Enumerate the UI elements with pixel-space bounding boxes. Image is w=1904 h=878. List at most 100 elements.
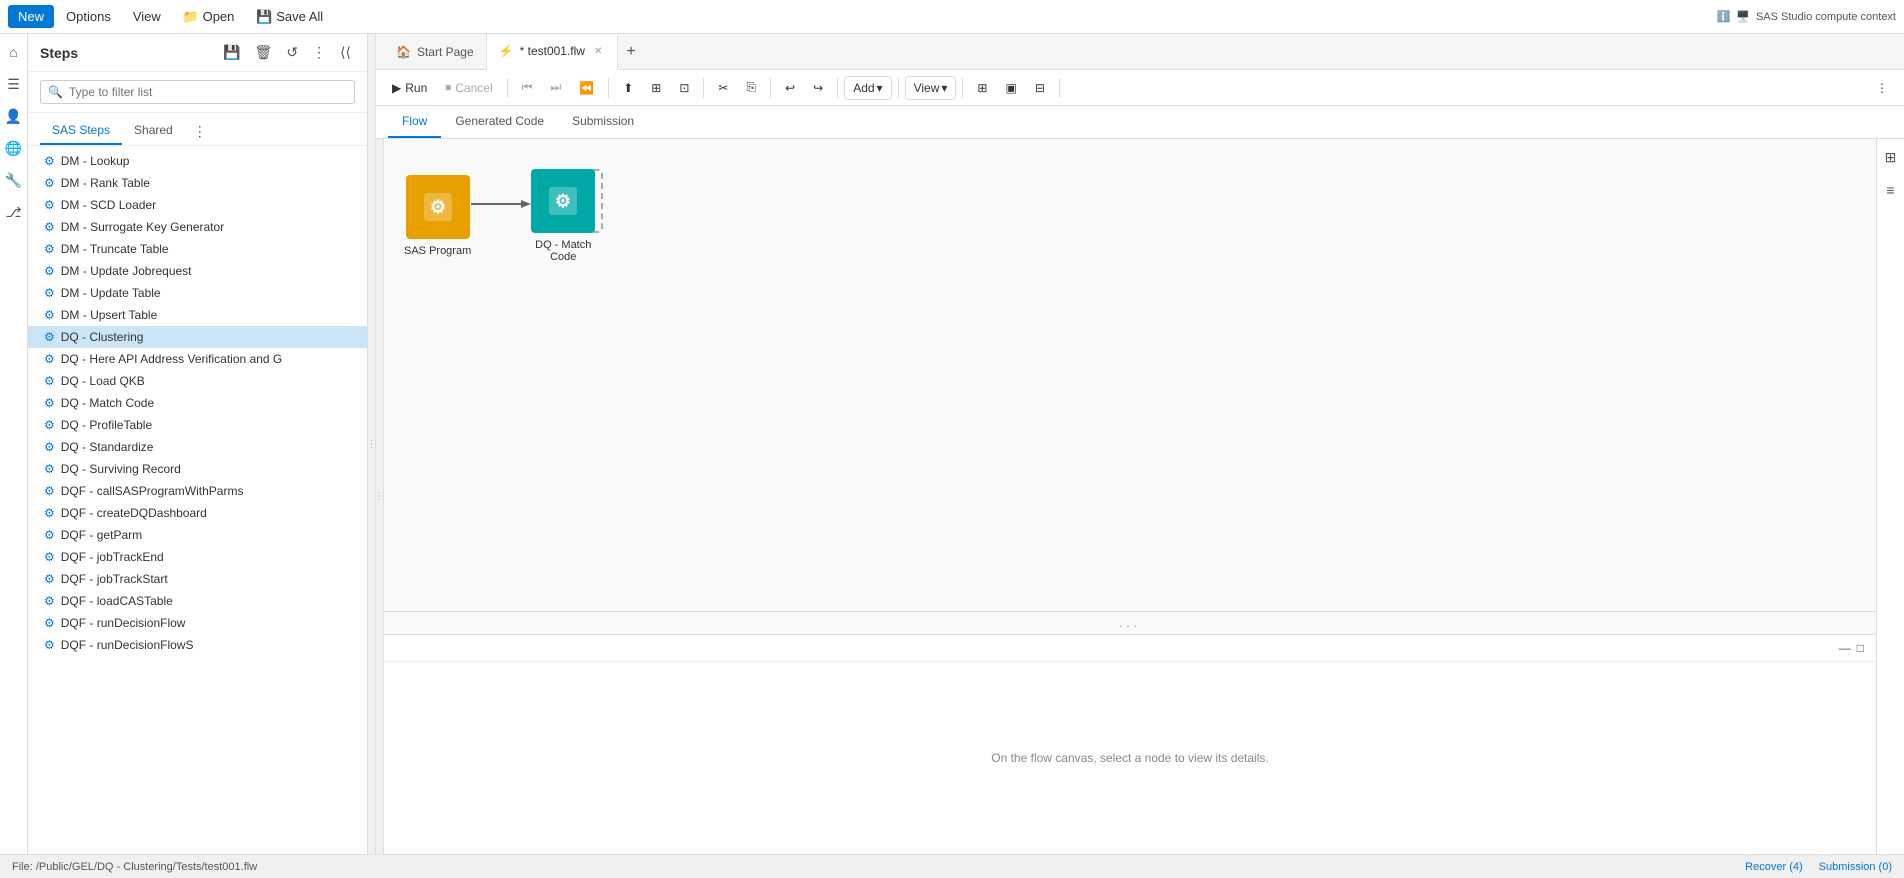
sas-program-box[interactable]: ⚙	[406, 175, 470, 239]
dq-match-node[interactable]: ⚙ DQ - MatchCode	[531, 169, 595, 263]
layout2-button[interactable]: ▣	[997, 77, 1024, 99]
more-button[interactable]: ⋮	[1868, 77, 1896, 99]
home-icon[interactable]: ⌂	[2, 40, 26, 64]
tab-add-button[interactable]: +	[618, 43, 643, 61]
toolbar-sep-3	[703, 78, 704, 98]
layers-icon[interactable]: ☰	[2, 72, 26, 96]
search-input[interactable]	[40, 80, 355, 104]
recover-button[interactable]: Recover (4)	[1745, 861, 1802, 873]
step-back-button[interactable]: ⏪	[571, 77, 602, 99]
status-bar-right: Recover (4) Submission (0)	[1745, 861, 1892, 873]
tab-start-page[interactable]: 🏠 Start Page	[384, 34, 487, 69]
info-minimize-icon[interactable]: —	[1839, 641, 1851, 655]
list-item[interactable]: ⚙ DQ - Load QKB	[28, 370, 367, 392]
toolbar-sep-4	[770, 78, 771, 98]
cut-button[interactable]: ✂	[710, 77, 736, 99]
upload-button[interactable]: ⬆	[615, 77, 641, 99]
grid-button[interactable]: ⊞	[643, 77, 669, 99]
list-item[interactable]: ⚙ DM - Surrogate Key Generator	[28, 216, 367, 238]
steps-delete-icon[interactable]: 🗑	[251, 42, 277, 63]
list-item[interactable]: ⚙ DM - Update Jobrequest	[28, 260, 367, 282]
dq-match-box[interactable]: ⚙	[531, 169, 595, 233]
run-button[interactable]: ▶ Run	[384, 77, 435, 99]
redo-button[interactable]: ↪	[805, 77, 831, 99]
list-item[interactable]: ⚙ DQF - jobTrackEnd	[28, 546, 367, 568]
canvas-main[interactable]: ⚙ SAS Program	[384, 139, 1876, 634]
inner-tab-flow[interactable]: Flow	[388, 106, 441, 138]
list-item[interactable]: ⚙ DQF - jobTrackStart	[28, 568, 367, 590]
list-item[interactable]: ⚙ DM - Upsert Table	[28, 304, 367, 326]
list-item[interactable]: ⚙ DQ - Standardize	[28, 436, 367, 458]
step-icon: ⚙	[44, 308, 55, 322]
redo-icon: ↪	[813, 81, 823, 95]
list-item[interactable]: ⚙ DM - SCD Loader	[28, 194, 367, 216]
list-item[interactable]: ⚙ DQ - ProfileTable	[28, 414, 367, 436]
inner-tab-submission[interactable]: Submission	[558, 106, 648, 138]
add-dropdown[interactable]: Add ▾	[844, 76, 891, 100]
canvas-left-handle[interactable]: ⋮	[376, 139, 384, 854]
step-forward-button[interactable]: ⏭	[542, 76, 569, 99]
list-item[interactable]: ⚙ DM - Truncate Table	[28, 238, 367, 260]
layout1-button[interactable]: ⊞	[969, 77, 995, 99]
step-icon: ⚙	[44, 396, 55, 410]
info-maximize-icon[interactable]: □	[1857, 641, 1864, 655]
list-item[interactable]: ⚙ DQ - Here API Address Verification and…	[28, 348, 367, 370]
steps-save-icon[interactable]: 💾	[219, 42, 244, 63]
more-icon: ⋮	[1876, 81, 1888, 95]
panel-resize-handle[interactable]: ⋮	[368, 34, 376, 854]
info-text: On the flow canvas, select a node to vie…	[991, 751, 1268, 765]
step-back2-button[interactable]: ⏮	[514, 76, 541, 99]
tab-sas-steps[interactable]: SAS Steps	[40, 117, 122, 145]
submission-button[interactable]: Submission (0)	[1819, 861, 1892, 873]
step-icon: ⚙	[44, 484, 55, 498]
menu-view[interactable]: View	[123, 5, 171, 28]
steps-more-icon[interactable]: ⋮	[308, 42, 330, 63]
log-icon[interactable]: ≡	[1882, 178, 1898, 202]
tool-icon[interactable]: 🔧	[2, 168, 26, 192]
list-item[interactable]: ⚙ DQF - callSASProgramWithParms	[28, 480, 367, 502]
cancel-button[interactable]: ⏹ Cancel	[437, 76, 500, 99]
list-item[interactable]: ⚙ DQF - getParm	[28, 524, 367, 546]
grid2-button[interactable]: ⊡	[671, 77, 697, 99]
properties-icon[interactable]: ⊞	[1881, 145, 1901, 170]
steps-collapse-icon[interactable]: ⟨⟨	[336, 42, 355, 63]
steps-refresh-icon[interactable]: ↺	[282, 42, 302, 63]
list-item[interactable]: ⚙ DM - Rank Table	[28, 172, 367, 194]
list-item[interactable]: ⚙ DQF - runDecisionFlowS	[28, 634, 367, 656]
step-back2-icon: ⏮	[522, 80, 533, 95]
step-back-icon: ⏪	[579, 81, 594, 95]
list-item[interactable]: ⚙ DQF - createDQDashboard	[28, 502, 367, 524]
inner-tab-generated-code[interactable]: Generated Code	[441, 106, 558, 138]
tab-test001[interactable]: ⚡ * test001.flw ✕	[487, 35, 619, 70]
globe-icon[interactable]: 🌐	[2, 136, 26, 160]
list-item[interactable]: ⚙ DM - Update Table	[28, 282, 367, 304]
list-item-selected[interactable]: ⚙ DQ - Clustering	[28, 326, 367, 348]
copy-button[interactable]: ⎘	[738, 76, 764, 99]
steps-tabs-more-icon[interactable]: ⋮	[189, 121, 211, 142]
git-icon[interactable]: ⎇	[2, 200, 26, 224]
tab-close-icon[interactable]: ✕	[591, 45, 605, 58]
layout3-button[interactable]: ⊟	[1027, 77, 1053, 99]
search-wrap: 🔍	[40, 80, 355, 104]
flow-arrow	[471, 194, 531, 214]
sas-program-node[interactable]: ⚙ SAS Program	[404, 175, 471, 257]
flow-node-group: ⚙ SAS Program	[404, 169, 595, 263]
compute-context-icon: 🖥️	[1736, 10, 1750, 23]
step-icon: ⚙	[44, 528, 55, 542]
step-forward-icon: ⏭	[550, 80, 561, 95]
undo-button[interactable]: ↩	[777, 77, 803, 99]
list-item[interactable]: ⚙ DM - Lookup	[28, 150, 367, 172]
status-bar: File: /Public/GEL/DQ - Clustering/Tests/…	[0, 854, 1904, 878]
list-item[interactable]: ⚙ DQF - loadCASTable	[28, 590, 367, 612]
tab-shared[interactable]: Shared	[122, 117, 185, 145]
person-icon[interactable]: 👤	[2, 104, 26, 128]
list-item[interactable]: ⚙ DQ - Match Code	[28, 392, 367, 414]
view-dropdown[interactable]: View ▾	[905, 76, 957, 100]
list-item[interactable]: ⚙ DQ - Surviving Record	[28, 458, 367, 480]
menu-save-all[interactable]: 💾 Save All	[246, 5, 333, 29]
menu-open[interactable]: 📁 Open	[173, 5, 245, 29]
menu-options[interactable]: Options	[56, 5, 121, 28]
list-item[interactable]: ⚙ DQF - runDecisionFlow	[28, 612, 367, 634]
menu-new[interactable]: New	[8, 5, 54, 28]
open-folder-icon: 📁	[183, 9, 199, 24]
